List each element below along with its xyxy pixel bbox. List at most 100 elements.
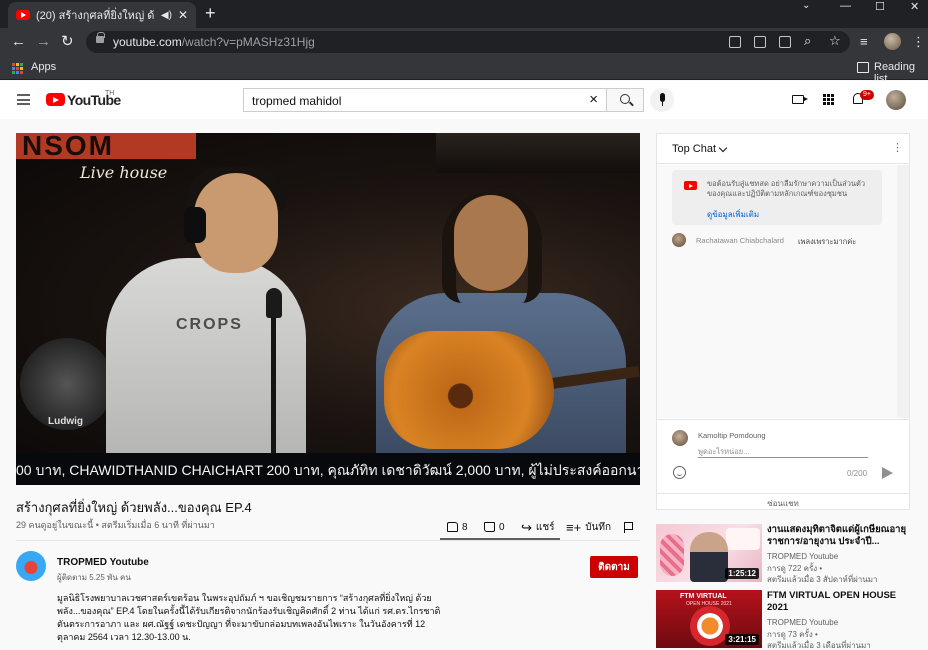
video-player[interactable]: NSOM Live house Ludwig CROPS 00 บาท, CHA… — [16, 133, 640, 485]
recommended-title[interactable]: FTM VIRTUAL OPEN HOUSE 2021 — [767, 590, 910, 614]
search-icon — [620, 94, 630, 104]
youtube-logo-icon[interactable] — [46, 93, 65, 106]
recommended-video[interactable]: 1:25:12 งานแสดงมุทิตาจิตแด่ผู้เกษียณอายุ… — [656, 524, 910, 584]
shirt-print: CROPS — [176, 316, 243, 333]
notice-text: ขอต้อนรับสู่แชทสด อย่าลืมรักษาความเป็นส่… — [707, 179, 866, 198]
singer — [106, 258, 306, 453]
profile-avatar[interactable] — [884, 33, 901, 50]
chat-mode-selector[interactable]: Top Chat — [672, 143, 716, 155]
search-value: tropmed mahidol — [252, 94, 342, 108]
char-counter: 0/200 — [847, 469, 868, 478]
close-window-icon[interactable]: ✕ — [910, 0, 919, 14]
search-input[interactable]: tropmed mahidol × — [243, 88, 607, 112]
recommended-thumbnail[interactable]: 1:25:12 — [656, 524, 762, 582]
install-app-icon[interactable] — [754, 36, 766, 48]
reading-list-icon[interactable] — [857, 62, 869, 73]
close-tab-icon[interactable]: ✕ — [178, 8, 188, 22]
recommended-channel[interactable]: TROPMED Youtube — [767, 552, 838, 561]
recommended-thumbnail[interactable]: FTM VIRTUAL OPEN HOUSE 2021 3:21:15 — [656, 590, 762, 648]
youtube-notice-icon — [684, 181, 697, 190]
youtube-apps-icon[interactable] — [823, 94, 834, 105]
mic-stand — [271, 315, 276, 455]
send-icon[interactable] — [882, 467, 893, 479]
audio-playing-icon[interactable]: ◀) — [161, 10, 172, 21]
headphones — [184, 207, 206, 243]
back-icon[interactable]: ← — [11, 33, 26, 51]
video-frame: NSOM Live house Ludwig CROPS — [16, 133, 640, 455]
new-tab-icon[interactable]: + — [205, 4, 216, 22]
save-button[interactable]: ≡+ บันทึก — [566, 519, 611, 535]
chevron-down-icon[interactable] — [718, 143, 728, 153]
donation-ticker: 00 บาท, CHAWIDTHANID CHAICHART 200 บาท, … — [16, 453, 640, 485]
tab-search-icon[interactable]: ⌄ — [802, 0, 810, 14]
voice-search-icon[interactable] — [650, 88, 674, 112]
dislike-button[interactable]: 0 — [484, 519, 505, 535]
save-label: บันทึก — [585, 521, 612, 533]
apps-bookmark[interactable]: Apps — [31, 61, 56, 73]
youtube-favicon-icon — [16, 10, 30, 20]
like-count: 8 — [462, 521, 468, 533]
thumbnail-title: FTM VIRTUAL — [680, 593, 727, 600]
dislike-count: 0 — [499, 521, 505, 533]
learn-more-link[interactable]: ดูข้อมูลเพิ่มเติม — [707, 208, 759, 221]
chat-author-avatar[interactable] — [672, 233, 686, 247]
address-bar[interactable]: youtube.com/watch?v=pMASHz31Hjg ⌕ ☆ — [86, 31, 850, 53]
menu-icon[interactable] — [17, 94, 30, 105]
qr-code-icon[interactable] — [729, 36, 741, 48]
address-url[interactable]: youtube.com/watch?v=pMASHz31Hjg — [113, 35, 315, 49]
chat-composer: Kamoltip Pomdoung พูดอะไรหน่อย... 0/200 — [657, 419, 909, 493]
search-button[interactable] — [606, 88, 644, 112]
chat-messages: ขอต้อนรับสู่แชทสด อย่าลืมรักษาความเป็นส่… — [657, 165, 909, 418]
hide-chat-button[interactable]: ซ่อนแชท — [657, 493, 909, 510]
like-button[interactable]: 8 — [447, 519, 468, 535]
emoji-icon[interactable] — [673, 466, 686, 479]
video-duration: 3:21:15 — [725, 634, 759, 645]
guitarist-head — [454, 195, 528, 291]
thumbs-down-icon — [484, 522, 495, 532]
report-button[interactable] — [624, 519, 633, 535]
browser-tab[interactable]: (20) สร้างกุศลที่ยิ่งใหญ่ ด้วยพลัง... ◀)… — [8, 2, 196, 28]
composer-name: Kamoltip Pomdoung — [698, 431, 766, 440]
region-code: TH — [105, 90, 115, 97]
lock-icon[interactable] — [96, 32, 105, 43]
zoom-icon[interactable]: ⌕ — [804, 33, 811, 49]
flag-icon — [624, 521, 633, 533]
clear-search-icon[interactable]: × — [589, 91, 598, 108]
subscribe-button[interactable]: ติดตาม — [590, 556, 638, 578]
tab-title: (20) สร้างกุศลที่ยิ่งใหญ่ ด้วยพลัง... — [36, 10, 155, 22]
bookmark-star-icon[interactable]: ☆ — [829, 33, 841, 49]
minimize-icon[interactable]: — — [840, 0, 851, 14]
browser-toolbar: ← → ↻ youtube.com/watch?v=pMASHz31Hjg ⌕ … — [0, 28, 928, 56]
recommended-title[interactable]: งานแสดงมุทิตาจิตแด่ผู้เกษียณอายุราชการ/อ… — [767, 524, 910, 548]
ceiling-light — [436, 133, 640, 173]
maximize-icon[interactable]: ☐ — [875, 0, 885, 14]
channel-name[interactable]: TROPMED Youtube — [57, 557, 149, 568]
chat-input[interactable]: พูดอะไรหน่อย... — [698, 444, 868, 458]
chrome-menu-icon[interactable]: ⋮ — [912, 34, 925, 50]
forward-icon[interactable]: → — [36, 33, 51, 51]
channel-avatar[interactable] — [16, 551, 46, 581]
venue-sign: Live house — [80, 163, 168, 182]
more-options-icon[interactable]: ⋮ — [892, 143, 903, 154]
translate-icon[interactable] — [779, 36, 791, 48]
create-video-icon[interactable] — [792, 95, 808, 104]
chat-author-name[interactable]: Rachatawan Chiabchalard — [696, 236, 784, 245]
ticker-text: 00 บาท, CHAWIDTHANID CHAICHART 200 บาท, … — [16, 462, 640, 478]
recommended-streamed: สตรีมแล้วเมื่อ 3 สัปดาห์ที่ผ่านมา — [767, 575, 878, 584]
chat-scrollbar[interactable] — [897, 165, 909, 418]
recommended-channel[interactable]: TROPMED Youtube — [767, 618, 838, 627]
share-button[interactable]: ↪ แชร์ — [521, 519, 555, 535]
save-playlist-icon: ≡+ — [566, 519, 582, 535]
notification-count-badge: 9+ — [860, 90, 874, 100]
chat-welcome-notice: ขอต้อนรับสู่แชทสด อย่าลืมรักษาความเป็นส่… — [672, 170, 882, 225]
reload-icon[interactable]: ↻ — [61, 33, 74, 51]
recommended-video[interactable]: FTM VIRTUAL OPEN HOUSE 2021 3:21:15 FTM … — [656, 590, 910, 650]
flower-wreath — [660, 534, 684, 576]
bookmarks-bar: Apps Reading list — [0, 56, 928, 85]
subscriber-count: ผู้ติดตาม 5.25 พัน คน — [57, 573, 131, 582]
singer-head — [194, 173, 278, 273]
media-control-icon[interactable]: ≡ — [860, 34, 868, 49]
apps-icon[interactable] — [12, 63, 23, 74]
account-avatar[interactable] — [886, 90, 906, 110]
chat-message: Rachatawan Chiabchalard เพลงเพราะมากค่ะ — [672, 233, 892, 249]
